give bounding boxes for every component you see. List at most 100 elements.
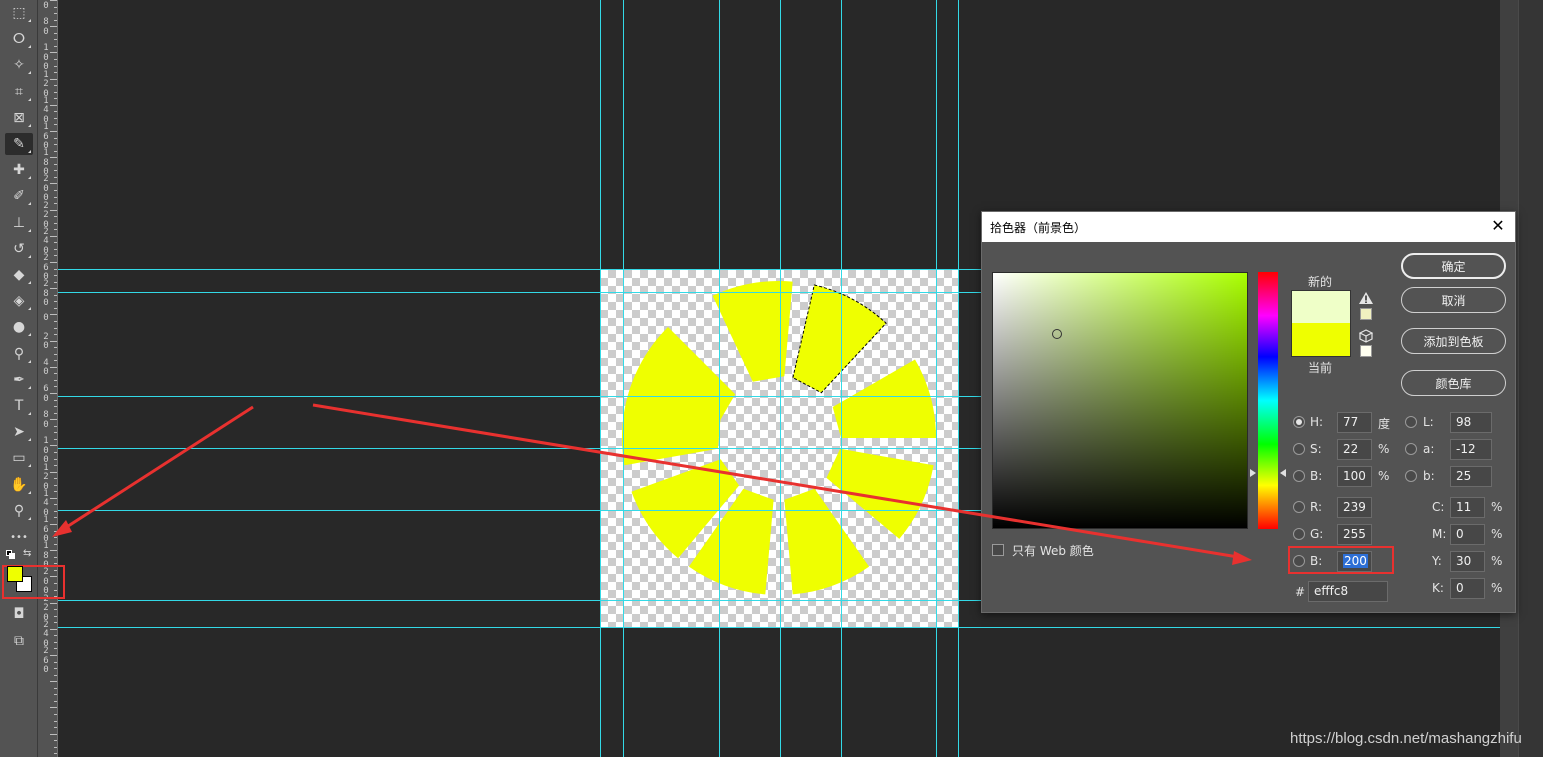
blur-icon[interactable]: ●	[5, 316, 33, 338]
guide-vertical[interactable]	[780, 0, 781, 757]
hue-slider-left-arrow-icon[interactable]	[1250, 469, 1256, 477]
red-radio[interactable]	[1293, 501, 1305, 513]
swap-colors-icon[interactable]: ⇆	[23, 548, 31, 559]
magenta-unit: %	[1491, 527, 1503, 541]
rectangle-icon[interactable]: ▭	[5, 447, 33, 469]
ruler-tick	[54, 694, 57, 696]
lab-b-radio[interactable]	[1405, 470, 1417, 482]
hue-slider[interactable]	[1258, 272, 1278, 529]
foreground-color-swatch[interactable]	[7, 566, 23, 582]
dodge-icon[interactable]: ⚲	[5, 343, 33, 365]
more-tools-icon[interactable]: •••	[5, 526, 33, 548]
pen-icon[interactable]: ✒	[5, 369, 33, 391]
red-input[interactable]: 239	[1337, 497, 1372, 518]
brightness-radio[interactable]	[1293, 470, 1305, 482]
ruler-label: 1 2 0	[43, 462, 49, 492]
vertical-ruler[interactable]: 6 08 01 0 01 2 01 4 01 6 01 8 02 0 02 2 …	[38, 0, 58, 757]
quick-mask-icon[interactable]: ◘	[5, 603, 33, 625]
web-safe-cube-icon[interactable]	[1359, 329, 1373, 343]
ruler-tick	[50, 52, 57, 54]
ruler-label: 1 2 0	[43, 69, 49, 99]
green-radio[interactable]	[1293, 528, 1305, 540]
eraser-icon[interactable]: ◆	[5, 264, 33, 286]
ruler-tick	[50, 314, 57, 316]
ruler-tick	[54, 150, 57, 152]
default-colors-icon[interactable]	[6, 550, 16, 560]
green-input[interactable]: 255	[1337, 524, 1372, 545]
path-select-icon[interactable]: ➤	[5, 421, 33, 443]
lab-l-input[interactable]: 98	[1450, 412, 1492, 433]
ruler-label: 1 0 0	[43, 43, 49, 73]
guide-vertical[interactable]	[936, 0, 937, 757]
ruler-tick	[54, 491, 57, 493]
lab-b-input[interactable]: 25	[1450, 466, 1492, 487]
ruler-tick	[54, 537, 57, 539]
current-color-preview[interactable]	[1291, 323, 1351, 357]
rect-marquee-icon[interactable]: ⬚	[5, 2, 33, 24]
crop-icon[interactable]: ⌗	[5, 81, 33, 103]
magenta-input[interactable]: 0	[1450, 524, 1485, 545]
ruler-tick	[54, 661, 57, 663]
saturation-unit: %	[1378, 442, 1390, 456]
out-of-gamut-warning-icon[interactable]	[1359, 292, 1373, 304]
cancel-button[interactable]: 取消	[1401, 287, 1506, 313]
hue-input[interactable]: 77	[1337, 412, 1372, 433]
web-colors-only-label: 只有 Web 颜色	[1012, 544, 1094, 558]
hand-icon[interactable]: ✋	[5, 474, 33, 496]
color-libraries-button[interactable]: 颜色库	[1401, 370, 1506, 396]
guide-vertical[interactable]	[600, 0, 601, 757]
ok-button[interactable]: 确定	[1401, 253, 1506, 279]
guide-vertical[interactable]	[958, 0, 959, 757]
hue-slider-right-arrow-icon[interactable]	[1280, 469, 1286, 477]
hue-radio[interactable]	[1293, 416, 1305, 428]
web-colors-only-checkbox[interactable]	[992, 544, 1004, 556]
cyan-input[interactable]: 11	[1450, 497, 1485, 518]
zoom-icon[interactable]: ⚲	[5, 500, 33, 522]
web-safe-swatch[interactable]	[1360, 345, 1372, 357]
ruler-tick	[54, 504, 57, 506]
guide-horizontal[interactable]	[58, 627, 1500, 628]
lab-a-radio[interactable]	[1405, 443, 1417, 455]
ruler-tick	[54, 216, 57, 218]
brush-icon[interactable]: ✐	[5, 185, 33, 207]
magenta-label: M:	[1432, 527, 1447, 541]
saturation-brightness-field[interactable]	[992, 272, 1248, 529]
lasso-icon[interactable]: ⵔ	[5, 28, 33, 50]
lab-a-input[interactable]: -12	[1450, 439, 1492, 460]
color-picker-dialog: 拾色器（前景色） ✕ 新的 当前 确定 取消 添加到色板 颜色库 H: 77 度…	[981, 211, 1516, 613]
guide-vertical[interactable]	[719, 0, 720, 757]
ruler-tick	[54, 320, 57, 322]
add-to-swatches-button[interactable]: 添加到色板	[1401, 328, 1506, 354]
lab-l-radio[interactable]	[1405, 416, 1417, 428]
ruler-tick	[54, 484, 57, 486]
ruler-tick	[50, 366, 57, 368]
black-input[interactable]: 0	[1450, 578, 1485, 599]
gamut-swatch[interactable]	[1360, 308, 1372, 320]
ruler-tick	[50, 524, 57, 525]
ruler-tick	[54, 327, 57, 329]
saturation-input[interactable]: 22	[1337, 439, 1372, 460]
magic-wand-icon[interactable]: ✧	[5, 54, 33, 76]
clone-stamp-icon[interactable]: ⊥	[5, 212, 33, 234]
saturation-radio[interactable]	[1293, 443, 1305, 455]
screen-mode-icon[interactable]: ⧉	[5, 630, 33, 652]
ruler-tick	[54, 556, 57, 558]
guide-vertical[interactable]	[623, 0, 624, 757]
guide-vertical[interactable]	[841, 0, 842, 757]
frame-icon[interactable]: ⊠	[5, 107, 33, 129]
healing-brush-icon[interactable]: ✚	[5, 159, 33, 181]
brightness-input[interactable]: 100	[1337, 466, 1372, 487]
paint-bucket-icon[interactable]: ◈	[5, 290, 33, 312]
yellow-input[interactable]: 30	[1450, 551, 1485, 572]
color-field-cursor[interactable]	[1052, 329, 1062, 339]
close-icon[interactable]: ✕	[1489, 216, 1507, 235]
scrollbar-track[interactable]	[1518, 0, 1543, 757]
history-brush-icon[interactable]: ↺	[5, 238, 33, 260]
current-color-label: 当前	[1308, 361, 1333, 375]
ruler-tick	[50, 340, 57, 342]
hex-input[interactable]: efffc8	[1308, 581, 1388, 602]
eyedropper-icon[interactable]: ✎	[5, 133, 33, 155]
ruler-tick	[50, 262, 57, 263]
type-icon[interactable]: T	[5, 395, 33, 417]
black-unit: %	[1491, 581, 1503, 595]
